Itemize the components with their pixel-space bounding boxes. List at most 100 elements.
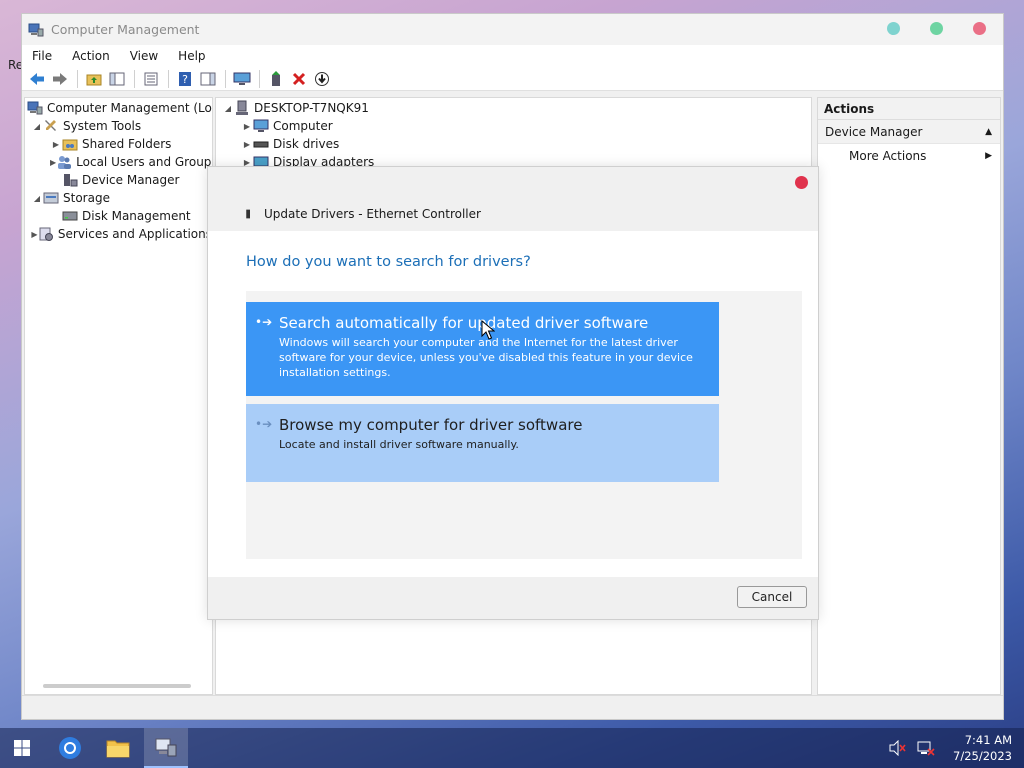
expanded-arrow-icon[interactable]: ◢ bbox=[31, 122, 43, 131]
shared-folder-icon bbox=[62, 139, 78, 151]
monitor-icon bbox=[233, 72, 251, 85]
tree-item-storage[interactable]: ◢ Storage bbox=[25, 189, 212, 207]
up-folder-button[interactable] bbox=[83, 69, 105, 89]
options-area: •➔ Search automatically for updated driv… bbox=[246, 291, 802, 559]
scan-hardware-button[interactable] bbox=[231, 69, 253, 89]
users-icon bbox=[58, 156, 72, 169]
actions-header: Actions bbox=[818, 98, 1000, 120]
menu-help[interactable]: Help bbox=[178, 49, 205, 63]
taskbar-computer-management[interactable] bbox=[144, 728, 188, 768]
storage-icon bbox=[43, 192, 59, 204]
menu-bar: File Action View Help bbox=[22, 45, 1003, 67]
properties-button[interactable] bbox=[140, 69, 162, 89]
collapsed-arrow-icon[interactable]: ▶ bbox=[241, 140, 253, 149]
tree-label: Computer Management (Local bbox=[47, 101, 213, 115]
taskbar: 7:41 AM 7/25/2023 bbox=[0, 728, 1024, 768]
device-host-label: DESKTOP-T7NQK91 bbox=[254, 101, 369, 115]
volume-muted-icon[interactable] bbox=[889, 740, 907, 756]
minimize-button[interactable] bbox=[887, 22, 900, 35]
enable-device-button[interactable] bbox=[311, 69, 333, 89]
clock[interactable]: 7:41 AM 7/25/2023 bbox=[953, 732, 1012, 764]
computer-management-icon bbox=[155, 738, 177, 757]
window-title: Computer Management bbox=[51, 22, 200, 37]
folder-up-icon bbox=[86, 74, 102, 85]
close-button[interactable] bbox=[973, 22, 986, 35]
update-drivers-dialog: Update Drivers - Ethernet Controller How… bbox=[207, 166, 819, 620]
dialog-title-text: Update Drivers - Ethernet Controller bbox=[264, 207, 481, 221]
actions-group-device-manager[interactable]: Device Manager ▲ bbox=[818, 120, 1000, 144]
dialog-footer: Cancel bbox=[208, 577, 818, 619]
browse-computer-option[interactable]: •➔ Browse my computer for driver softwar… bbox=[246, 404, 719, 482]
tree-item-device-manager[interactable]: Device Manager bbox=[25, 171, 212, 189]
svg-text:?: ? bbox=[182, 73, 188, 86]
toolbar-separator bbox=[168, 69, 169, 88]
console-tree-icon bbox=[109, 72, 125, 85]
dialog-close-button[interactable] bbox=[795, 176, 808, 189]
help-button[interactable]: ? bbox=[174, 69, 196, 89]
collapsed-arrow-icon[interactable]: ▶ bbox=[31, 230, 38, 239]
tree-item-root[interactable]: Computer Management (Local bbox=[25, 99, 212, 117]
tree-item-shared-folders[interactable]: ▶ Shared Folders bbox=[25, 135, 212, 153]
more-actions-label: More Actions bbox=[849, 149, 927, 163]
dialog-header: Update Drivers - Ethernet Controller bbox=[208, 167, 818, 231]
toolbar-separator bbox=[77, 69, 78, 88]
clock-date: 7/25/2023 bbox=[953, 749, 1012, 763]
horizontal-scrollbar[interactable] bbox=[43, 684, 191, 688]
tree-item-local-users[interactable]: ▶ Local Users and Groups bbox=[25, 153, 212, 171]
start-button[interactable] bbox=[0, 728, 44, 768]
dialog-question: How do you want to search for drivers? bbox=[246, 254, 531, 270]
action-pane-icon bbox=[200, 72, 216, 85]
tree-item-system-tools[interactable]: ◢ System Tools bbox=[25, 117, 212, 135]
tree-item-services[interactable]: ▶ Services and Applications bbox=[25, 225, 212, 243]
download-arrow-icon bbox=[315, 71, 329, 86]
window-controls bbox=[887, 22, 986, 35]
folder-icon bbox=[106, 740, 130, 758]
device-host[interactable]: ◢ DESKTOP-T7NQK91 bbox=[216, 99, 811, 117]
menu-view[interactable]: View bbox=[130, 49, 158, 63]
clock-time: 7:41 AM bbox=[964, 733, 1012, 747]
expanded-arrow-icon[interactable]: ◢ bbox=[222, 104, 234, 113]
search-automatically-option[interactable]: •➔ Search automatically for updated driv… bbox=[246, 302, 719, 396]
show-hide-tree-button[interactable] bbox=[106, 69, 128, 89]
computer-host-icon bbox=[236, 100, 248, 115]
taskbar-file-explorer[interactable] bbox=[96, 728, 140, 768]
uninstall-button[interactable] bbox=[288, 69, 310, 89]
collapsed-arrow-icon[interactable]: ▶ bbox=[50, 140, 62, 149]
network-disconnected-icon[interactable] bbox=[917, 740, 935, 756]
device-category-computer[interactable]: ▶ Computer bbox=[216, 117, 811, 135]
title-bar[interactable]: Computer Management bbox=[22, 14, 1003, 45]
device-category-label: Disk drives bbox=[273, 137, 340, 151]
toolbar-separator bbox=[225, 69, 226, 88]
device-category-disk-drives[interactable]: ▶ Disk drives bbox=[216, 135, 811, 153]
collapsed-arrow-icon[interactable]: ▶ bbox=[241, 122, 253, 131]
menu-action[interactable]: Action bbox=[72, 49, 110, 63]
collapse-caret-icon[interactable]: ▲ bbox=[985, 127, 992, 137]
status-bar bbox=[22, 695, 1003, 719]
disk-icon bbox=[62, 211, 78, 221]
tree-item-disk-management[interactable]: Disk Management bbox=[25, 207, 212, 225]
device-manager-icon bbox=[64, 174, 78, 187]
help-icon: ? bbox=[179, 71, 191, 86]
tree-label: System Tools bbox=[63, 119, 142, 133]
tree-label: Services and Applications bbox=[57, 227, 212, 241]
update-driver-button[interactable] bbox=[265, 69, 287, 89]
maximize-button[interactable] bbox=[930, 22, 943, 35]
back-arrow-icon bbox=[30, 72, 44, 85]
back-button[interactable] bbox=[26, 69, 48, 89]
services-icon bbox=[39, 227, 53, 241]
expanded-arrow-icon[interactable]: ◢ bbox=[31, 194, 43, 203]
taskbar-browser[interactable] bbox=[48, 728, 92, 768]
device-category-label: Computer bbox=[273, 119, 333, 133]
windows-logo-icon bbox=[14, 740, 30, 756]
cancel-button[interactable]: Cancel bbox=[737, 586, 807, 608]
forward-button[interactable] bbox=[49, 69, 71, 89]
tree-label: Local Users and Groups bbox=[76, 155, 213, 169]
toolbar-separator bbox=[134, 69, 135, 88]
properties-icon bbox=[144, 72, 158, 85]
menu-file[interactable]: File bbox=[32, 49, 52, 63]
option-arrow-icon: •➔ bbox=[255, 315, 273, 329]
toolbar: ? bbox=[22, 67, 1003, 91]
action-pane-button[interactable] bbox=[197, 69, 219, 89]
browser-icon bbox=[59, 737, 81, 759]
more-actions-item[interactable]: More Actions ▶ bbox=[818, 144, 1000, 168]
